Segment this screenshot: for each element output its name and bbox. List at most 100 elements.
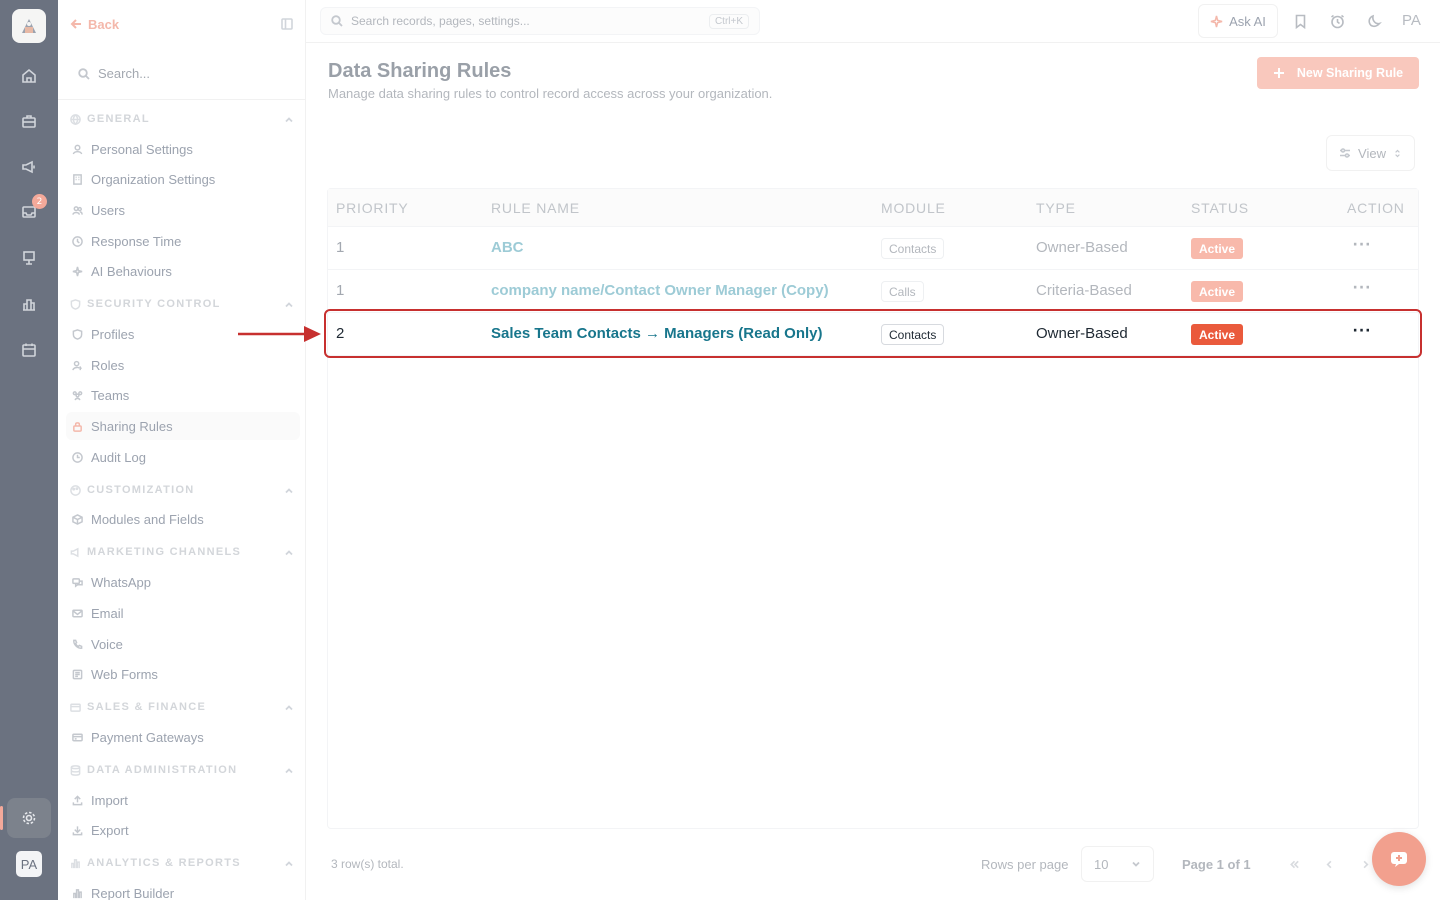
sidebar-item-personal-settings[interactable]: Personal Settings — [66, 135, 300, 163]
bar-chart-icon — [71, 858, 80, 868]
row-priority: 1 — [336, 239, 345, 256]
row-rule-name-link[interactable]: ABC — [491, 239, 524, 256]
bookmark-icon[interactable] — [1291, 12, 1309, 30]
header-rule-name[interactable]: RULE NAME — [491, 200, 580, 216]
alarm-clock-icon[interactable] — [1328, 12, 1346, 30]
table-row-highlighted[interactable]: 2 Sales Team Contacts → Managers (Read O… — [328, 313, 1418, 356]
sidebar-item-label: Audit Log — [91, 449, 146, 465]
sidebar-item-modules-and-fields[interactable]: Modules and Fields — [66, 505, 300, 533]
row-actions-menu-icon[interactable]: ··· — [1353, 280, 1371, 296]
download-icon — [72, 825, 83, 835]
megaphone-icon[interactable] — [17, 155, 41, 179]
group-marketing-channels[interactable]: MARKETING CHANNELS — [58, 540, 305, 564]
moon-icon[interactable] — [1365, 12, 1383, 30]
group-label: DATA ADMINISTRATION — [87, 764, 238, 776]
sidebar-search-input[interactable]: Search... — [58, 48, 305, 100]
sidebar-item-label: Organization Settings — [91, 171, 216, 187]
rows-per-page-select[interactable]: 10 — [1081, 846, 1154, 882]
chat-support-button[interactable] — [1372, 832, 1426, 886]
sidebar-item-email[interactable]: Email — [66, 599, 300, 627]
user-avatar[interactable]: PA — [1402, 12, 1421, 29]
app-logo[interactable] — [12, 9, 46, 43]
chevron-up-icon — [284, 543, 294, 562]
new-sharing-rule-button[interactable]: New Sharing Rule — [1257, 57, 1419, 89]
clock-icon — [72, 235, 83, 247]
header-type[interactable]: TYPE — [1036, 200, 1076, 216]
chart-icon[interactable] — [17, 292, 41, 316]
sparkle-icon — [72, 266, 83, 276]
users-icon — [72, 205, 83, 215]
group-security-control[interactable]: SECURITY CONTROL — [58, 292, 305, 316]
row-type: Owner-Based — [1036, 239, 1128, 256]
group-label: ANALYTICS & REPORTS — [87, 857, 241, 869]
back-button[interactable]: Back — [70, 17, 119, 32]
view-options-button[interactable]: View — [1326, 135, 1415, 171]
sidebar-item-label: Payment Gateways — [91, 729, 204, 745]
sidebar-item-voice[interactable]: Voice — [66, 630, 300, 658]
home-icon[interactable] — [17, 64, 41, 88]
sidebar-item-sharing-rules[interactable]: Sharing Rules — [66, 412, 300, 440]
header-module[interactable]: MODULE — [881, 200, 946, 216]
sidebar-item-label: Import — [91, 792, 128, 808]
chevron-up-icon — [284, 481, 294, 500]
sidebar-item-label: Email — [91, 605, 124, 621]
group-label: CUSTOMIZATION — [87, 484, 195, 496]
group-sales-finance[interactable]: SALES & FINANCE — [58, 695, 305, 719]
briefcase-icon[interactable] — [17, 109, 41, 133]
sidebar-item-audit-log[interactable]: Audit Log — [66, 443, 300, 471]
sidebar-item-import[interactable]: Import — [66, 786, 300, 814]
sidebar-item-whatsapp[interactable]: WhatsApp — [66, 568, 300, 596]
user-icon — [72, 144, 83, 154]
calendar-icon[interactable] — [17, 338, 41, 362]
palette-icon — [70, 484, 81, 496]
shield-icon — [70, 298, 81, 310]
credit-card-icon — [72, 733, 83, 741]
sidebar-item-users[interactable]: Users — [66, 196, 300, 224]
sidebar-item-roles[interactable]: Roles — [66, 351, 300, 379]
sidebar-item-export[interactable]: Export — [66, 816, 300, 844]
search-shortcut: Ctrl+K — [708, 13, 749, 29]
settings-icon[interactable] — [0, 798, 51, 838]
sidebar-item-payment-gateways[interactable]: Payment Gateways — [66, 723, 300, 751]
sidebar-item-label: Export — [91, 822, 129, 838]
chat-icon — [72, 577, 83, 588]
header-priority[interactable]: PRIORITY — [336, 200, 409, 216]
table-row[interactable]: 1 company name/Contact Owner Manager (Co… — [328, 270, 1418, 313]
ask-ai-button[interactable]: Ask AI — [1198, 4, 1278, 38]
row-rule-name-link[interactable]: Sales Team Contacts → Managers (Read Onl… — [491, 325, 823, 342]
group-analytics-reports[interactable]: ANALYTICS & REPORTS — [58, 851, 305, 875]
row-module-badge: Contacts — [881, 324, 945, 345]
group-customization[interactable]: CUSTOMIZATION — [58, 478, 305, 502]
prev-page-button[interactable] — [1314, 848, 1344, 880]
presentation-icon[interactable] — [17, 246, 41, 270]
global-search-input[interactable]: Search records, pages, settings... Ctrl+… — [320, 7, 760, 35]
row-actions-menu-icon[interactable]: ··· — [1353, 237, 1371, 253]
chevron-up-icon — [284, 761, 294, 780]
group-general[interactable]: GENERAL — [58, 107, 305, 131]
sidebar-collapse-icon[interactable] — [281, 15, 293, 34]
row-type: Owner-Based — [1036, 325, 1128, 342]
table-row[interactable]: 1 ABC Contacts Owner-Based Active ··· — [328, 227, 1418, 270]
header-status[interactable]: STATUS — [1191, 200, 1249, 216]
sidebar-item-ai-behaviours[interactable]: AI Behaviours — [66, 257, 300, 285]
page-title: Data Sharing Rules — [328, 60, 512, 82]
sidebar-item-response-time[interactable]: Response Time — [66, 227, 300, 255]
plus-icon — [1273, 68, 1284, 78]
sidebar-item-label: Web Forms — [91, 666, 158, 682]
table-header: PRIORITY RULE NAME MODULE TYPE STATUS AC… — [328, 189, 1418, 227]
first-page-button[interactable] — [1279, 848, 1309, 880]
inbox-badge: 2 — [32, 194, 47, 209]
sidebar-item-report-builder[interactable]: Report Builder — [66, 879, 300, 900]
sidebar-item-web-forms[interactable]: Web Forms — [66, 660, 300, 688]
group-data-administration[interactable]: DATA ADMINISTRATION — [58, 758, 305, 782]
user-avatar[interactable]: PA — [16, 851, 42, 877]
sidebar-item-label: AI Behaviours — [91, 263, 172, 279]
sidebar-item-organization-settings[interactable]: Organization Settings — [66, 165, 300, 193]
row-status-badge: Active — [1191, 281, 1244, 302]
user-key-icon — [72, 360, 82, 370]
pointer-arrow-icon — [238, 326, 321, 342]
row-actions-menu-icon[interactable]: ··· — [1353, 323, 1371, 339]
sidebar-item-label: WhatsApp — [91, 574, 151, 590]
row-rule-name-link[interactable]: company name/Contact Owner Manager (Copy… — [491, 282, 829, 299]
sidebar-item-teams[interactable]: Teams — [66, 381, 300, 409]
